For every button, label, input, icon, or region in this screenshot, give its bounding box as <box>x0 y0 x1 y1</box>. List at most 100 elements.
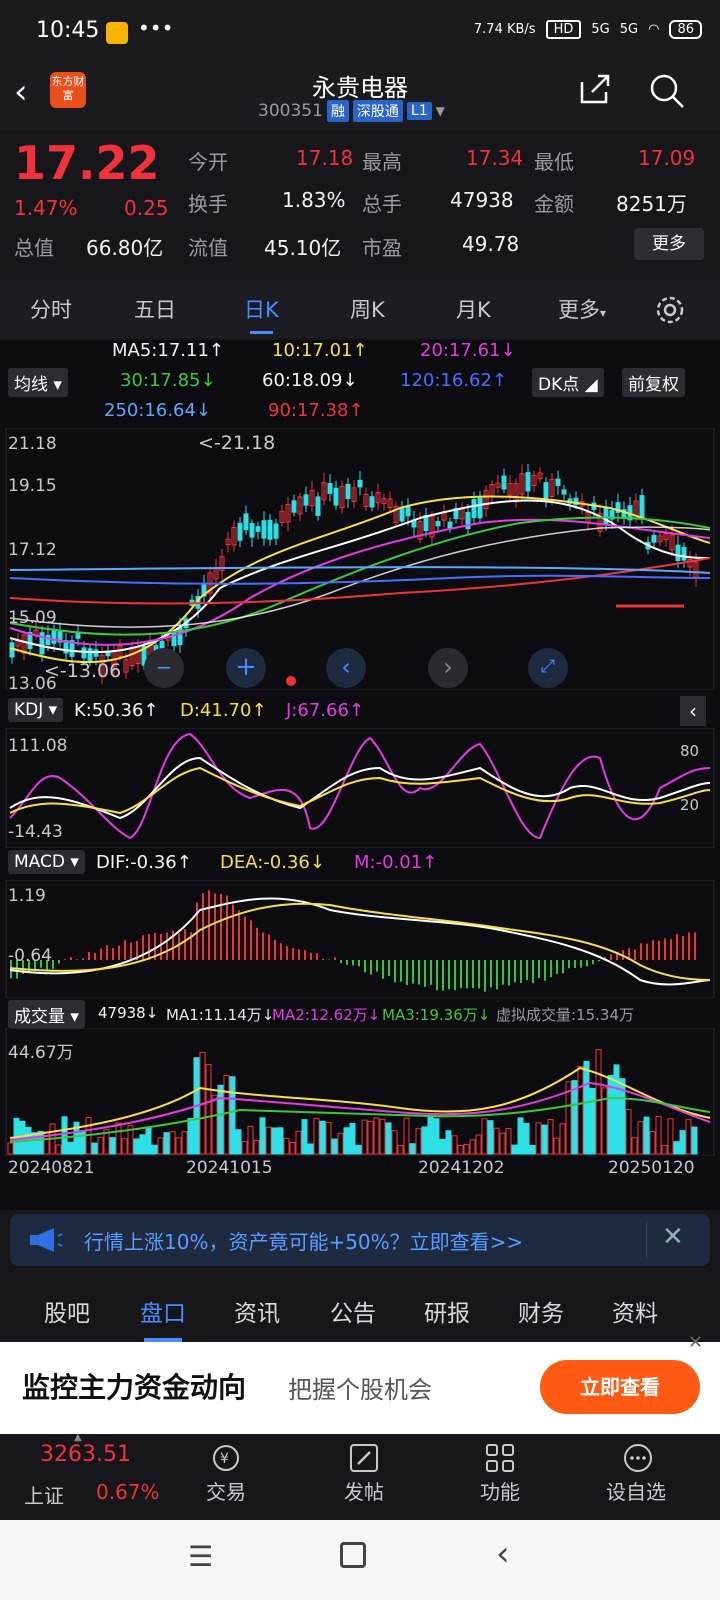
tab-daily-k[interactable]: 日K <box>244 294 279 334</box>
macd-bar <box>412 960 414 984</box>
grid-icon[interactable] <box>484 1442 516 1474</box>
kline-chart-area[interactable]: MA5:17.11↑ 10:17.01↑ 20:17.61↓ 均线 ▾ 30:1… <box>0 340 720 1210</box>
candlestick-panel[interactable] <box>0 428 720 690</box>
nav-functions[interactable]: 功能 <box>480 1476 520 1505</box>
adjust-button[interactable]: 前复权 <box>622 368 685 397</box>
mktcap-label[interactable]: 总值 <box>14 232 54 261</box>
macd-bar <box>370 960 372 975</box>
macd-dif-line <box>9 897 711 986</box>
volume-bar <box>169 1131 176 1155</box>
search-icon[interactable] <box>648 72 686 110</box>
dk-point-button[interactable]: DK点 ◢ <box>532 368 604 397</box>
scroll-right-button[interactable]: › <box>428 648 468 688</box>
volume-bar <box>241 1141 248 1155</box>
candle <box>543 482 549 499</box>
volume-bar <box>625 1108 632 1155</box>
promo-banner[interactable]: 监控主力资金动向 把握个股机会 立即查看 ✕ <box>0 1332 720 1434</box>
index-value[interactable]: 3263.51 <box>40 1442 131 1467</box>
turnover-label[interactable]: 换手 <box>188 188 228 217</box>
gear-icon[interactable] <box>654 294 686 326</box>
nav-trade[interactable]: 交易 <box>206 1476 246 1505</box>
volume-bar <box>439 1138 446 1155</box>
banner-text[interactable]: 行情上涨10%，资产竟可能+50%？立即查看>> <box>84 1226 523 1255</box>
macd-bar <box>358 960 360 967</box>
tab-news[interactable]: 资讯 <box>234 1294 280 1328</box>
candle <box>51 628 57 644</box>
volume-bar <box>475 1134 482 1155</box>
trade-icon[interactable]: ¥ <box>210 1442 242 1474</box>
change-amount: 0.25 <box>124 196 169 220</box>
kdj-selector[interactable]: KDJ ▾ <box>8 698 64 722</box>
promo-view-button[interactable]: 立即查看 <box>540 1360 700 1414</box>
volume-bar <box>571 1080 578 1155</box>
candle <box>315 496 321 516</box>
macd-bar <box>166 932 168 960</box>
kdj-axis-top: 111.08 <box>8 736 68 756</box>
post-icon[interactable] <box>348 1442 380 1474</box>
ad-banner[interactable]: 行情上涨10%，资产竟可能+50%？立即查看>> ✕ <box>10 1214 710 1266</box>
margin-tag: 融 <box>326 100 349 122</box>
index-percent: 0.67% <box>96 1480 160 1504</box>
macd-bar <box>442 960 444 991</box>
more-button[interactable]: 更多 <box>634 228 704 260</box>
volume-bar <box>253 1139 260 1155</box>
kdj-k: K:50.36↑ <box>74 700 159 721</box>
tab-intraday[interactable]: 分时 <box>30 294 72 324</box>
collapse-icon[interactable]: ‹ <box>680 696 706 726</box>
volume-selector[interactable]: 成交量 ▾ <box>8 1000 85 1029</box>
macd-bar <box>88 951 90 960</box>
candle <box>333 487 339 506</box>
tab-five-day[interactable]: 五日 <box>134 294 176 324</box>
close-icon[interactable]: ✕ <box>688 1332 703 1353</box>
volume-bar <box>61 1116 68 1155</box>
volume-bar <box>349 1122 356 1155</box>
tab-orderbook[interactable]: 盘口 <box>140 1294 186 1342</box>
macd-bar <box>322 958 324 960</box>
back-nav-icon[interactable]: ‹ <box>496 1534 510 1574</box>
macd-axis-top: 1.19 <box>8 886 46 906</box>
fullscreen-button[interactable]: ⤢ <box>528 648 568 688</box>
macd-bar <box>550 960 552 978</box>
volume-ma2: MA2:12.62万↓ <box>272 1006 381 1024</box>
candle <box>255 526 261 532</box>
tab-weekly-k[interactable]: 周K <box>350 294 385 324</box>
bottom-nav: ▲ 3263.51 上证 0.67% ¥ 交易 发帖 功能 设自选 <box>0 1432 720 1520</box>
macd-bar <box>100 948 102 960</box>
macd-bar <box>244 916 246 960</box>
tab-financials[interactable]: 财务 <box>518 1294 564 1328</box>
macd-selector[interactable]: MACD ▾ <box>8 850 85 874</box>
share-icon[interactable] <box>578 72 612 106</box>
tab-forum[interactable]: 股吧 <box>44 1294 90 1328</box>
ma-selector[interactable]: 均线 ▾ <box>8 368 68 397</box>
volume-ma1-line <box>9 1066 711 1139</box>
pe-label[interactable]: 市盈 <box>362 232 402 261</box>
macd-bar <box>76 959 78 960</box>
macd-bar <box>274 939 276 960</box>
tab-profile[interactable]: 资料 <box>612 1294 658 1328</box>
macd-bar <box>454 960 456 991</box>
tab-monthly-k[interactable]: 月K <box>456 294 491 324</box>
volume-bar <box>247 1125 254 1155</box>
macd-bar <box>466 960 468 989</box>
menu-icon[interactable]: ☰ <box>188 1540 213 1573</box>
volume-bar <box>511 1144 518 1155</box>
watchlist-icon[interactable] <box>622 1442 654 1474</box>
nav-post[interactable]: 发帖 <box>344 1476 384 1505</box>
tab-research[interactable]: 研报 <box>424 1294 470 1328</box>
volume-bar <box>67 1141 74 1155</box>
nav-watchlist[interactable]: 设自选 <box>606 1476 666 1505</box>
scroll-left-button[interactable]: ‹ <box>326 648 366 688</box>
close-icon[interactable]: ✕ <box>662 1222 684 1252</box>
home-icon[interactable] <box>340 1542 366 1568</box>
tab-announcements[interactable]: 公告 <box>330 1294 376 1328</box>
ma250-label: 250:16.64↓ <box>104 400 212 421</box>
mktcap-value: 66.80亿 <box>86 236 164 260</box>
macd-panel <box>5 880 715 998</box>
megaphone-icon <box>30 1228 63 1252</box>
macd-bar <box>346 960 348 965</box>
tab-more[interactable]: 更多▾ <box>558 294 606 324</box>
dropdown-icon[interactable]: ▼ <box>436 104 445 118</box>
zoom-in-button[interactable]: + <box>226 648 266 688</box>
volume-bar <box>157 1137 164 1155</box>
zoom-out-button[interactable]: − <box>144 648 184 688</box>
